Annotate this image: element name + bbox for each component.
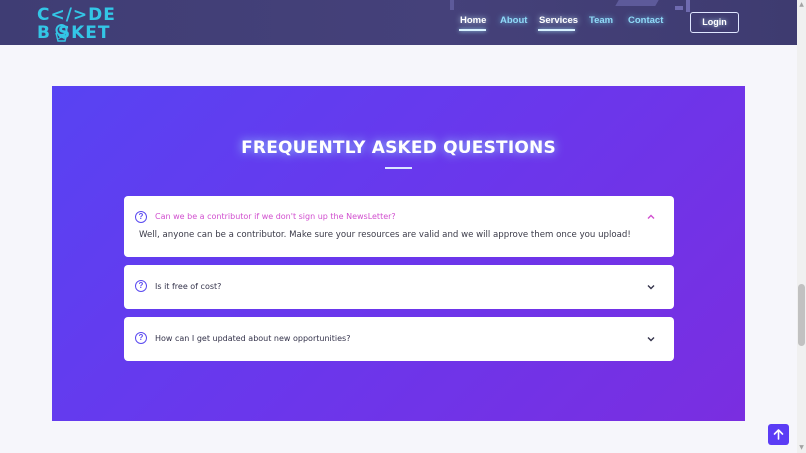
chevron-up-icon[interactable]	[646, 212, 656, 222]
title-divider	[385, 167, 412, 169]
scroll-up-arrow-icon[interactable]: ▲	[798, 2, 805, 8]
site-header: C</>DE B SKET Home About Services Team C…	[0, 0, 797, 45]
nav-services[interactable]: Services	[539, 15, 578, 26]
login-button[interactable]: Login	[690, 12, 739, 33]
faq-question[interactable]: Can we be a contributor if we don't sign…	[155, 212, 396, 221]
nav-home[interactable]: Home	[460, 15, 486, 26]
basket-icon	[55, 24, 68, 42]
faq-item-2[interactable]: ? Is it free of cost?	[124, 265, 674, 309]
scrollbar-thumb[interactable]	[798, 284, 805, 346]
decorative-shape	[615, 0, 659, 6]
nav-about[interactable]: About	[500, 15, 527, 26]
nav-contact[interactable]: Contact	[628, 15, 663, 26]
faq-answer: Well, anyone can be a contributor. Make …	[139, 230, 631, 240]
faq-question[interactable]: How can I get updated about new opportun…	[155, 334, 350, 343]
chevron-down-icon[interactable]	[646, 282, 656, 292]
decorative-shape	[686, 0, 690, 12]
question-circle-icon: ?	[135, 332, 147, 344]
decorative-shape	[450, 0, 454, 10]
faq-question[interactable]: Is it free of cost?	[155, 282, 221, 291]
faq-item-3[interactable]: ? How can I get updated about new opport…	[124, 317, 674, 361]
faq-item-1[interactable]: ? Can we be a contributor if we don't si…	[124, 196, 674, 257]
decorative-shape	[675, 6, 683, 10]
logo-text-top: C</>DE	[37, 5, 116, 25]
nav-services-underline	[538, 29, 575, 31]
scroll-down-arrow-icon[interactable]: ▼	[798, 445, 805, 451]
scrollbar-track[interactable]	[797, 0, 806, 453]
faq-title: FREQUENTLY ASKED QUESTIONS	[241, 138, 556, 158]
logo-text-bottom: B SKET	[37, 23, 111, 43]
arrow-up-icon	[773, 429, 784, 440]
back-to-top-button[interactable]	[768, 424, 789, 445]
code-basket-logo[interactable]: C</>DE B SKET	[37, 5, 121, 43]
question-circle-icon: ?	[135, 211, 147, 223]
nav-home-underline	[459, 29, 486, 31]
chevron-down-icon[interactable]	[646, 334, 656, 344]
question-circle-icon: ?	[135, 280, 147, 292]
nav-team[interactable]: Team	[589, 15, 613, 26]
